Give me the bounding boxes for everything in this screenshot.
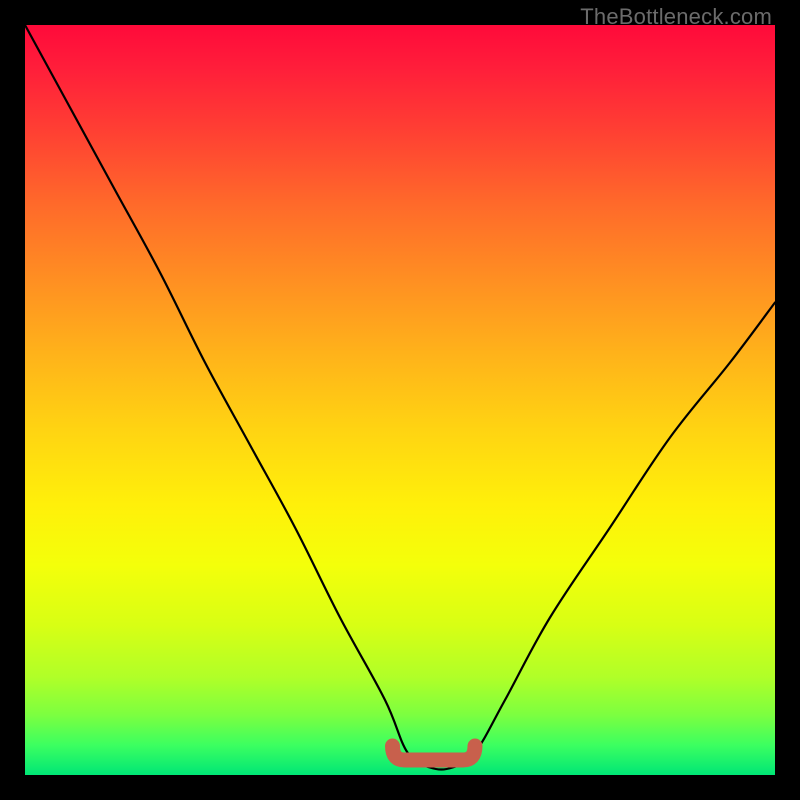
chart-frame: TheBottleneck.com: [0, 0, 800, 800]
bottleneck-curve: [25, 25, 775, 770]
plot-area: [25, 25, 775, 775]
curve-layer: [25, 25, 775, 775]
watermark-text: TheBottleneck.com: [580, 4, 772, 30]
curve-path: [25, 25, 775, 770]
